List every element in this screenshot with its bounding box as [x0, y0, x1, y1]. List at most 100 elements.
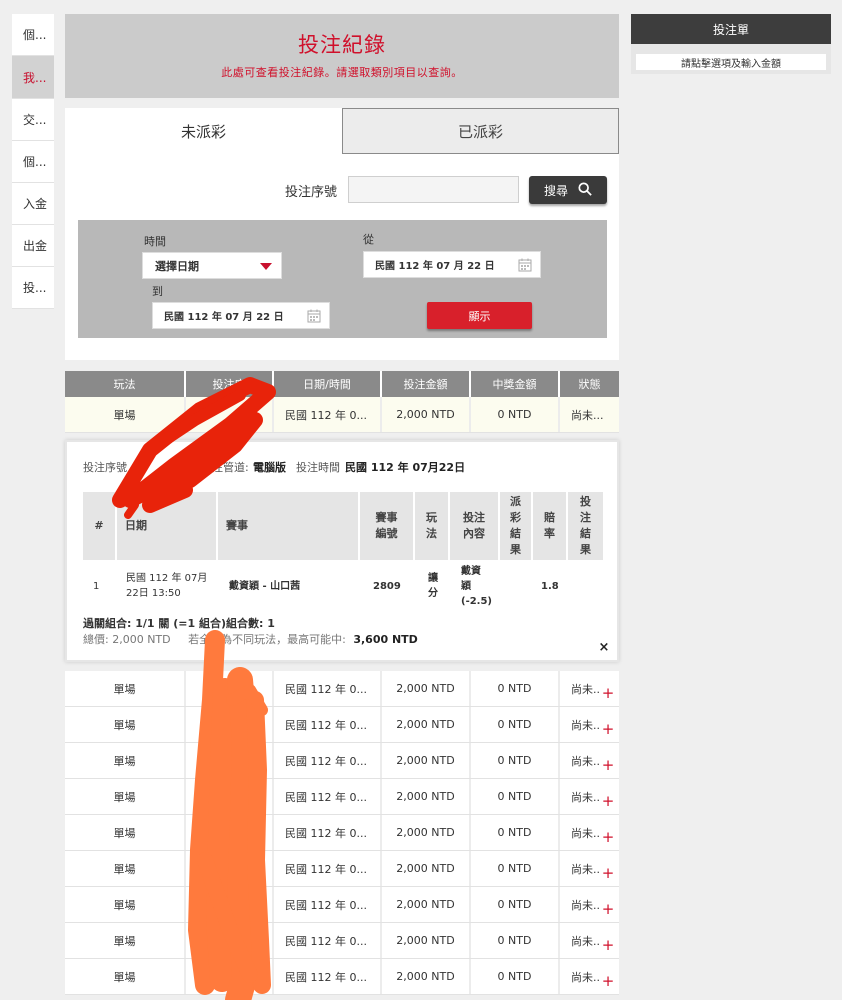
detail-content: 戴資 穎 (-2.5) — [461, 565, 493, 607]
serial-label: 投注序號 — [285, 185, 338, 200]
cell-amount: 2,000 NTD — [382, 923, 471, 958]
table-row[interactable]: 單場 民國 112 年 0... 2,000 NTD 0 NTD 尚未... + — [65, 671, 619, 707]
cell-play: 單場 — [65, 671, 186, 706]
cell-serial — [186, 815, 274, 850]
table-row[interactable]: 單場 民國 112 年 0... 2,000 NTD 0 NTD 尚未... + — [65, 851, 619, 887]
col-datetime: 日期/時間 — [274, 371, 382, 397]
show-button[interactable]: 顯示 — [427, 302, 532, 329]
cell-datetime: 民國 112 年 0... — [274, 671, 382, 706]
cell-datetime: 民國 112 年 0... — [274, 923, 382, 958]
tab-unsettled[interactable]: 未派彩 — [65, 108, 342, 154]
date-filter-box: 時間 選擇日期 從 民國 112 年 07 月 22 日 到 民國 112 年 … — [78, 220, 607, 338]
cell-win: 0 NTD — [471, 851, 560, 886]
cell-win: 0 NTD — [471, 959, 560, 994]
table-row[interactable]: 單場 民國 112 年 0... 2,000 NTD 0 NTD 尚未... + — [65, 923, 619, 959]
cell-datetime: 民國 112 年 0... — [274, 815, 382, 850]
cell-amount: 2,000 NTD — [382, 815, 471, 850]
cell-play: 單場 — [65, 779, 186, 814]
sidebar-item-label: 個... — [23, 28, 47, 42]
detail-channel-label: 投注管道: — [201, 461, 249, 474]
cell-datetime: 民國 112 年 0... — [274, 887, 382, 922]
cell-win: 0 NTD — [471, 707, 560, 742]
sidebar-item-label: 出金 — [23, 239, 48, 253]
sidebar-item-profile[interactable]: 個... — [12, 141, 54, 183]
tab-settled[interactable]: 已派彩 — [342, 108, 619, 154]
time-label: 時間 — [144, 235, 166, 248]
sidebar-item-my-records[interactable]: 我... — [12, 56, 54, 99]
expand-plus-icon[interactable]: + — [600, 938, 616, 954]
page-subtitle: 此處可查看投注紀錄。請選取類別項目以查詢。 — [221, 66, 463, 79]
detail-channel-value: 電腦版 — [253, 461, 286, 474]
cell-amount: 2,000 NTD — [382, 743, 471, 778]
detail-serial-label: 投注序號 — [83, 461, 127, 474]
cell-play: 單場 — [65, 923, 186, 958]
cell-win: 0 NTD — [471, 815, 560, 850]
detail-col-payout: 派 彩 結 果 — [500, 492, 533, 560]
expand-plus-icon[interactable]: + — [600, 722, 616, 738]
to-date-field[interactable]: 民國 112 年 07 月 22 日 — [152, 302, 330, 329]
cell-amount: 2,000 NTD — [382, 887, 471, 922]
cell-win: 0 NTD — [471, 923, 560, 958]
betslip-note: 請點擊選項及輸入金額 — [636, 54, 826, 70]
sidebar-item-betting[interactable]: 投... — [12, 267, 54, 309]
to-label: 到 — [152, 285, 163, 298]
sidebar-item-label: 我... — [23, 70, 47, 85]
cell-serial — [186, 923, 274, 958]
expand-plus-icon[interactable]: + — [600, 866, 616, 882]
expand-plus-icon[interactable]: + — [600, 974, 616, 990]
max-note: 若全數為不同玩法，最高可能中: — [188, 633, 346, 646]
cell-serial — [186, 779, 274, 814]
table-row[interactable]: 單場 民國 112 年 0... 2,000 NTD 0 NTD 尚未... — [65, 397, 619, 433]
expand-plus-icon[interactable]: + — [600, 830, 616, 846]
table-row[interactable]: 單場 2 民國 112 年 0... 2,000 NTD 0 NTD 尚未... + — [65, 959, 619, 995]
detail-date: 民國 112 年 07月 22日 13:50 — [126, 573, 208, 599]
serial-search-row: 投注序號 搜尋 — [65, 176, 619, 204]
table-row[interactable]: 單場 民國 112 年 0... 2,000 NTD 0 NTD 尚未... + — [65, 743, 619, 779]
cell-amount: 2,000 NTD — [382, 851, 471, 886]
detail-col-index: # — [83, 492, 117, 560]
expand-plus-icon[interactable]: + — [600, 758, 616, 774]
detail-col-match: 賽事 — [218, 492, 360, 560]
cell-play: 單場 — [65, 743, 186, 778]
cell-amount: 2,000 NTD — [382, 959, 471, 994]
cell-datetime: 民國 112 年 0... — [274, 397, 382, 432]
expand-plus-icon[interactable]: + — [600, 794, 616, 810]
detail-col-date: 日期 — [117, 492, 218, 560]
search-button[interactable]: 搜尋 — [529, 176, 607, 204]
expand-plus-icon[interactable]: + — [600, 686, 616, 702]
max-value: 3,600 NTD — [353, 633, 418, 646]
cell-amount: 2,000 NTD — [382, 779, 471, 814]
cell-serial — [186, 851, 274, 886]
from-label: 從 — [363, 233, 374, 246]
cell-win: 0 NTD — [471, 743, 560, 778]
sidebar-item-personal[interactable]: 個... — [12, 14, 54, 56]
parlay-summary: 過關組合: 1/1 關 (=1 組合)組合數: 1 — [83, 617, 275, 630]
from-date-field[interactable]: 民國 112 年 07 月 22 日 — [363, 251, 541, 278]
page-header: 投注紀錄 此處可查看投注紀錄。請選取類別項目以查詢。 — [65, 14, 619, 98]
cell-status: 尚未... — [571, 408, 604, 422]
sidebar-item-label: 投... — [23, 281, 47, 295]
table-row[interactable]: 單場 民國 112 年 0... 2,000 NTD 0 NTD 尚未... + — [65, 887, 619, 923]
detail-time-value: 民國 112 年 07月22日 — [345, 461, 466, 474]
table-row[interactable]: 單場 民國 112 年 0... 2,000 NTD 0 NTD 尚未... + — [65, 707, 619, 743]
table-row[interactable]: 單場 民國 112 年 0... 2,000 NTD 0 NTD 尚未... + — [65, 779, 619, 815]
expand-plus-icon[interactable]: + — [600, 902, 616, 918]
sidebar-item-transactions[interactable]: 交... — [12, 99, 54, 141]
sidebar-item-withdraw[interactable]: 出金 — [12, 225, 54, 267]
close-icon[interactable]: × — [596, 640, 612, 656]
serial-input[interactable] — [348, 176, 519, 203]
sidebar: 個... 我... 交... 個... 入金 出金 投... — [12, 14, 54, 309]
detail-match: 戴資穎 - 山口茜 — [229, 580, 301, 592]
cell-play: 單場 — [65, 397, 186, 432]
col-win: 中獎金額 — [471, 371, 560, 397]
table-row[interactable]: 單場 民國 112 年 0... 2,000 NTD 0 NTD 尚未... + — [65, 815, 619, 851]
cell-amount: 2,000 NTD — [382, 671, 471, 706]
cell-serial — [186, 887, 274, 922]
detail-col-content: 投注 內容 — [450, 492, 500, 560]
detail-payout-result — [503, 562, 533, 610]
cell-amount: 2,000 NTD — [382, 707, 471, 742]
filter-panel: 未派彩 已派彩 投注序號 搜尋 時間 選擇日期 從 民國 112 年 07 月 … — [65, 108, 619, 360]
date-select[interactable]: 選擇日期 — [142, 252, 282, 279]
sidebar-item-deposit[interactable]: 入金 — [12, 183, 54, 225]
detail-index: 1 — [93, 580, 100, 592]
